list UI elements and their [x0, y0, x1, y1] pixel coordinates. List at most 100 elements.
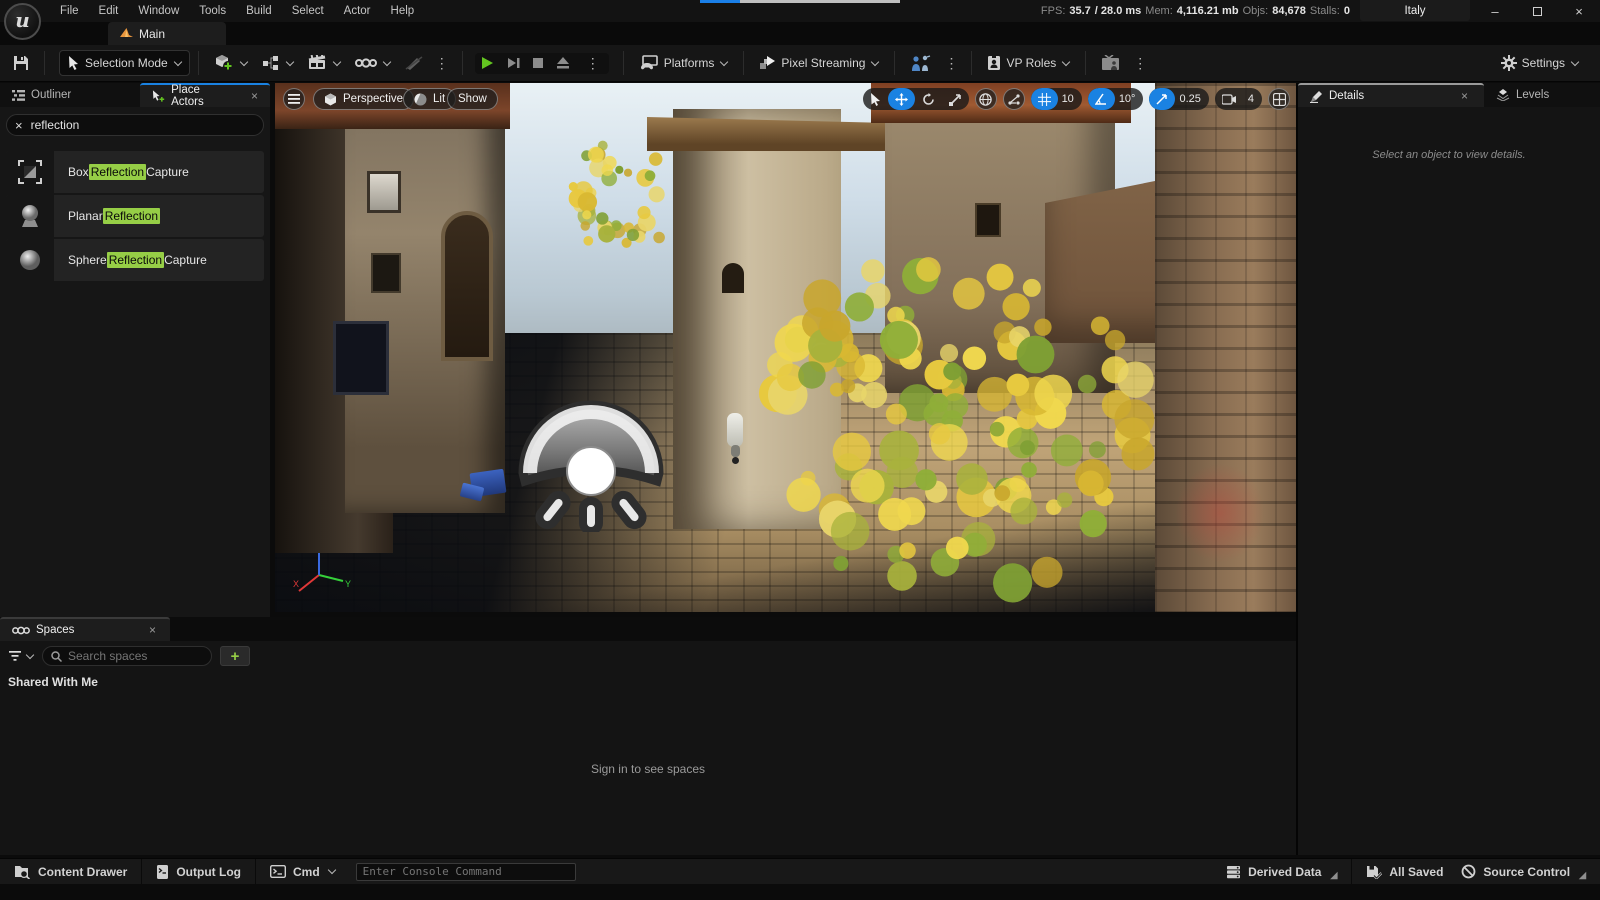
- derived-data-label: Derived Data: [1248, 865, 1321, 879]
- list-item-box-reflection-capture[interactable]: Box Reflection Capture: [6, 151, 264, 193]
- menu-help[interactable]: Help: [381, 1, 425, 21]
- menu-window[interactable]: Window: [128, 1, 189, 21]
- frame-skip-button[interactable]: [505, 55, 521, 71]
- scale-tool-button[interactable]: [942, 88, 969, 110]
- menu-actor[interactable]: Actor: [334, 1, 381, 21]
- minimize-button[interactable]: –: [1474, 0, 1516, 22]
- globe-icon: [979, 93, 992, 106]
- paint-mode-button[interactable]: [398, 51, 430, 75]
- rotate-tool-button[interactable]: [915, 88, 942, 110]
- item-text: Capture: [164, 253, 207, 267]
- source-control-button[interactable]: Source Control ◢: [1457, 859, 1600, 884]
- menu-edit[interactable]: Edit: [89, 1, 129, 21]
- spaces-search[interactable]: [42, 646, 212, 666]
- restore-button[interactable]: [1516, 0, 1558, 22]
- spaces-filter-button[interactable]: [8, 650, 34, 662]
- platforms-dropdown[interactable]: Platforms: [632, 50, 736, 76]
- close-button[interactable]: ×: [1558, 0, 1600, 22]
- tab-details[interactable]: Details ×: [1298, 83, 1484, 107]
- tab-spaces[interactable]: Spaces ×: [0, 617, 170, 641]
- save-button[interactable]: [6, 50, 36, 76]
- remote-session-button[interactable]: [1094, 50, 1128, 76]
- viewport-options-button[interactable]: [283, 88, 305, 110]
- play-options-menu[interactable]: ⋮: [581, 55, 605, 72]
- hamburger-icon: [288, 94, 300, 104]
- tab-main-level[interactable]: Main: [108, 22, 226, 45]
- cinematics-button[interactable]: [301, 50, 348, 76]
- source-control-icon: [1461, 864, 1476, 879]
- search-match-highlight: Reflection: [103, 208, 160, 224]
- add-space-button[interactable]: +: [220, 646, 250, 666]
- chevron-down-icon: [382, 57, 390, 65]
- clear-search-icon[interactable]: ×: [15, 118, 23, 133]
- selection-mode-dropdown[interactable]: Selection Mode: [59, 50, 190, 76]
- stop-button[interactable]: [531, 56, 545, 70]
- close-icon[interactable]: ×: [149, 623, 156, 637]
- remote-session-menu[interactable]: ⋮: [1128, 55, 1152, 72]
- spaces-toolbar: +: [0, 641, 1296, 669]
- objs-label: Objs:: [1243, 5, 1269, 17]
- content-drawer-button[interactable]: Content Drawer: [0, 859, 141, 884]
- list-item-sphere-reflection-capture[interactable]: Sphere Reflection Capture: [6, 239, 264, 281]
- sequencer-chain-button[interactable]: [348, 52, 398, 74]
- perspective-dropdown[interactable]: Perspective: [313, 88, 414, 110]
- play-button[interactable]: [479, 55, 495, 71]
- item-text: Box: [68, 165, 89, 179]
- menu-build[interactable]: Build: [236, 1, 282, 21]
- filter-icon: [8, 650, 22, 662]
- menu-tools[interactable]: Tools: [189, 1, 236, 21]
- console-command-input[interactable]: [363, 865, 569, 878]
- eject-button[interactable]: [555, 56, 571, 70]
- close-icon[interactable]: ×: [1461, 89, 1468, 103]
- grid-snap-control[interactable]: 10: [1031, 88, 1082, 110]
- console-command-box[interactable]: [356, 863, 576, 881]
- search-input[interactable]: [31, 118, 231, 132]
- scale-snap-control[interactable]: 0.25: [1149, 88, 1208, 110]
- rotation-snap-control[interactable]: 10°: [1088, 88, 1144, 110]
- sphere-reflection-capture-sprite[interactable]: [511, 397, 671, 532]
- surface-snap-icon: [1007, 93, 1021, 106]
- settings-dropdown[interactable]: Settings: [1494, 50, 1586, 76]
- platforms-icon: [639, 55, 659, 71]
- unreal-engine-logo-icon[interactable]: u: [4, 3, 41, 40]
- blueprints-button[interactable]: [255, 50, 301, 76]
- level-viewport[interactable]: X Y Perspective Lit Show: [275, 83, 1296, 612]
- play-controls: ⋮: [475, 53, 609, 74]
- output-log-button[interactable]: Output Log: [142, 859, 255, 884]
- animation-options-menu[interactable]: ⋮: [939, 55, 963, 72]
- pixel-streaming-dropdown[interactable]: Pixel Streaming: [752, 50, 886, 76]
- list-item-planar-reflection[interactable]: Planar Reflection: [6, 195, 264, 237]
- camera-speed-value: 4: [1244, 93, 1262, 105]
- move-tool-button[interactable]: [888, 88, 915, 110]
- mem-label: Mem:: [1145, 5, 1173, 17]
- outliner-icon: [12, 90, 25, 101]
- world-local-toggle[interactable]: [975, 88, 997, 110]
- menu-select[interactable]: Select: [282, 1, 334, 21]
- source-control-label: Source Control: [1483, 865, 1570, 879]
- window-controls: – ×: [1474, 0, 1600, 22]
- add-actor-button[interactable]: [207, 49, 255, 77]
- select-tool-button[interactable]: [863, 88, 888, 110]
- tab-place-actors[interactable]: Place Actors ×: [140, 83, 270, 107]
- derived-data-button[interactable]: Derived Data ◢: [1212, 859, 1351, 884]
- large-yellow-tree: [745, 233, 1165, 612]
- vp-roles-dropdown[interactable]: VP Roles: [980, 50, 1077, 76]
- show-label: Show: [458, 93, 487, 105]
- cmd-dropdown[interactable]: Cmd: [256, 859, 350, 884]
- tab-outliner[interactable]: Outliner: [0, 83, 140, 107]
- tab-levels[interactable]: Levels: [1484, 83, 1600, 107]
- project-name-badge: Italy: [1360, 0, 1470, 21]
- camera-speed-control[interactable]: 4: [1215, 88, 1262, 110]
- close-icon[interactable]: ×: [251, 89, 258, 103]
- shop-window: [333, 321, 389, 395]
- spaces-search-input[interactable]: [68, 649, 188, 663]
- toolbar-overflow-menu[interactable]: ⋮: [430, 55, 454, 72]
- place-actors-search[interactable]: ×: [6, 114, 264, 136]
- details-panel: Details × Levels Select an object to vie…: [1296, 83, 1600, 855]
- viewport-layout-button[interactable]: [1268, 88, 1290, 110]
- menu-file[interactable]: File: [50, 1, 89, 21]
- animation-mode-button[interactable]: [903, 50, 939, 77]
- all-saved-button[interactable]: All Saved: [1352, 859, 1457, 884]
- show-dropdown[interactable]: Show: [447, 88, 498, 110]
- surface-snapping-button[interactable]: [1003, 88, 1025, 110]
